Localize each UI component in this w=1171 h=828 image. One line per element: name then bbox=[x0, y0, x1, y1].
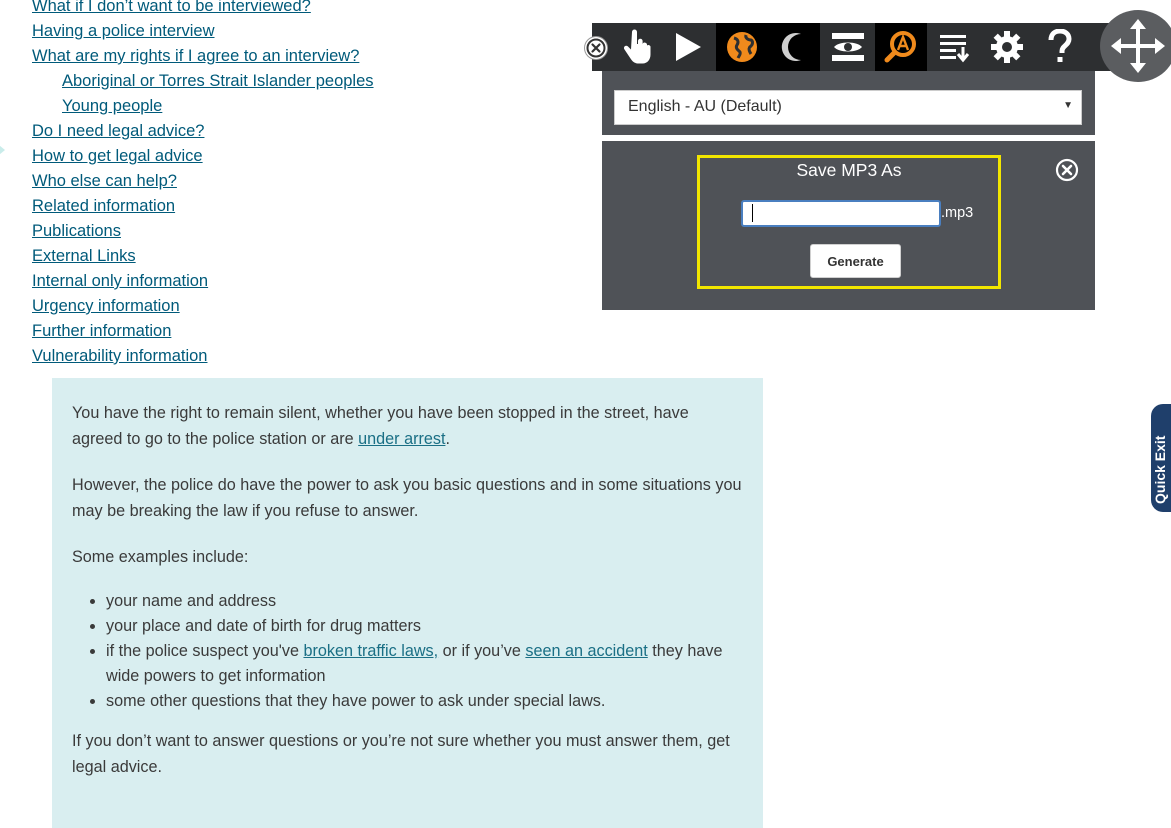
screen-mask-icon bbox=[781, 33, 801, 61]
list-item: some other questions that they have powe… bbox=[106, 689, 743, 714]
list-item: your place and date of birth for drug ma… bbox=[106, 614, 743, 639]
left-chevron-decoration bbox=[0, 141, 5, 159]
translate-globe-icon bbox=[727, 32, 757, 62]
help-icon bbox=[1048, 29, 1072, 62]
close-icon bbox=[1055, 158, 1079, 182]
nav-link[interactable]: Young people bbox=[62, 97, 162, 115]
download-mp3-button[interactable] bbox=[929, 23, 981, 71]
generate-button[interactable]: Generate bbox=[810, 244, 901, 278]
nav-item: Internal only information bbox=[32, 269, 374, 294]
language-select[interactable]: English - AU (Default) ▼ bbox=[614, 90, 1082, 125]
close-icon bbox=[586, 38, 606, 58]
eye-icon bbox=[832, 33, 864, 61]
screen-mask-button[interactable] bbox=[768, 23, 820, 71]
magnifier-a-icon bbox=[884, 31, 916, 63]
list-text: if the police suspect you've bbox=[106, 642, 304, 660]
nav-link[interactable]: External Links bbox=[32, 247, 136, 265]
examples-list: your name and address your place and dat… bbox=[72, 589, 743, 714]
translate-button[interactable] bbox=[716, 23, 768, 71]
nav-link[interactable]: Urgency information bbox=[32, 297, 180, 315]
mp3-extension-label: .mp3 bbox=[941, 205, 974, 221]
nav-link[interactable]: Aboriginal or Torres Strait Islander peo… bbox=[62, 72, 374, 90]
text-caret bbox=[752, 204, 753, 222]
language-selected-value: English - AU (Default) bbox=[628, 98, 782, 115]
info-paragraph: You have the right to remain silent, whe… bbox=[72, 400, 743, 452]
play-button[interactable] bbox=[662, 23, 714, 71]
info-paragraph: However, the police do have the power to… bbox=[72, 476, 742, 520]
nav-item: Do I need legal advice? bbox=[32, 119, 374, 144]
nav-link[interactable]: Publications bbox=[32, 222, 121, 240]
nav-item: Having a police interview bbox=[32, 19, 374, 44]
dropdown-arrow-icon: ▼ bbox=[1063, 100, 1073, 111]
nav-link[interactable]: What are my rights if I agree to an inte… bbox=[32, 47, 359, 65]
quick-exit-label: Quick Exit bbox=[1152, 435, 1168, 504]
zoom-button[interactable] bbox=[875, 23, 927, 71]
nav-item: Vulnerability information bbox=[32, 344, 374, 369]
list-item: your name and address bbox=[106, 589, 743, 614]
nav-item: Who else can help? bbox=[32, 169, 374, 194]
text-mode-button[interactable] bbox=[822, 23, 874, 71]
paragraph-text: . bbox=[445, 430, 450, 448]
hand-pointer-icon bbox=[623, 29, 651, 64]
nav-link[interactable]: Related information bbox=[32, 197, 175, 215]
nav-item: External Links bbox=[32, 244, 374, 269]
info-paragraph: Some examples include: bbox=[72, 548, 249, 566]
page: What if I don’t want to be interviewed? … bbox=[0, 0, 1171, 828]
nav-link[interactable]: What if I don’t want to be interviewed? bbox=[32, 0, 311, 15]
settings-button[interactable] bbox=[981, 23, 1033, 71]
hover-to-speak-button[interactable] bbox=[610, 23, 662, 71]
move-arrows-icon bbox=[1111, 19, 1165, 73]
nav-link[interactable]: Vulnerability information bbox=[32, 347, 207, 365]
quick-exit-button[interactable]: Quick Exit bbox=[1151, 404, 1171, 512]
save-mp3-title: Save MP3 As bbox=[796, 160, 902, 180]
nav-link[interactable]: Further information bbox=[32, 322, 171, 340]
toolbar-move-handle[interactable] bbox=[1100, 10, 1171, 82]
info-paragraph: If you don’t want to answer questions or… bbox=[72, 732, 730, 776]
right-to-silence-info-box: You have the right to remain silent, whe… bbox=[52, 378, 763, 828]
broken-traffic-laws-link[interactable]: broken traffic laws, bbox=[303, 642, 438, 660]
nav-link[interactable]: Do I need legal advice? bbox=[32, 122, 204, 140]
nav-link[interactable]: How to get legal advice bbox=[32, 147, 203, 165]
play-icon bbox=[676, 33, 701, 61]
nav-subitem: Aboriginal or Torres Strait Islander peo… bbox=[32, 69, 374, 94]
nav-subitem: Young people bbox=[32, 94, 374, 119]
nav-item: How to get legal advice bbox=[32, 144, 374, 169]
under-arrest-link[interactable]: under arrest bbox=[358, 430, 445, 448]
list-text: or if you’ve bbox=[438, 642, 526, 660]
help-button[interactable] bbox=[1034, 23, 1086, 71]
gear-icon bbox=[991, 31, 1023, 63]
list-item: if the police suspect you've broken traf… bbox=[106, 639, 743, 689]
nav-item: Further information bbox=[32, 319, 374, 344]
nav-item: Urgency information bbox=[32, 294, 374, 319]
toolbar-close-button[interactable] bbox=[585, 37, 607, 59]
nav-link[interactable]: Having a police interview bbox=[32, 22, 215, 40]
mp3-download-icon bbox=[940, 35, 970, 63]
nav-link[interactable]: Who else can help? bbox=[32, 172, 177, 190]
nav-link[interactable]: Internal only information bbox=[32, 272, 208, 290]
nav-item: Publications bbox=[32, 219, 374, 244]
contents-nav: What if I don’t want to be interviewed? … bbox=[32, 0, 374, 369]
save-dialog-close-button[interactable] bbox=[1055, 158, 1079, 182]
nav-item: Related information bbox=[32, 194, 374, 219]
seen-an-accident-link[interactable]: seen an accident bbox=[525, 642, 647, 660]
nav-item: What if I don’t want to be interviewed? bbox=[32, 0, 374, 19]
mp3-filename-input[interactable] bbox=[741, 200, 941, 227]
nav-item: What are my rights if I agree to an inte… bbox=[32, 44, 374, 69]
